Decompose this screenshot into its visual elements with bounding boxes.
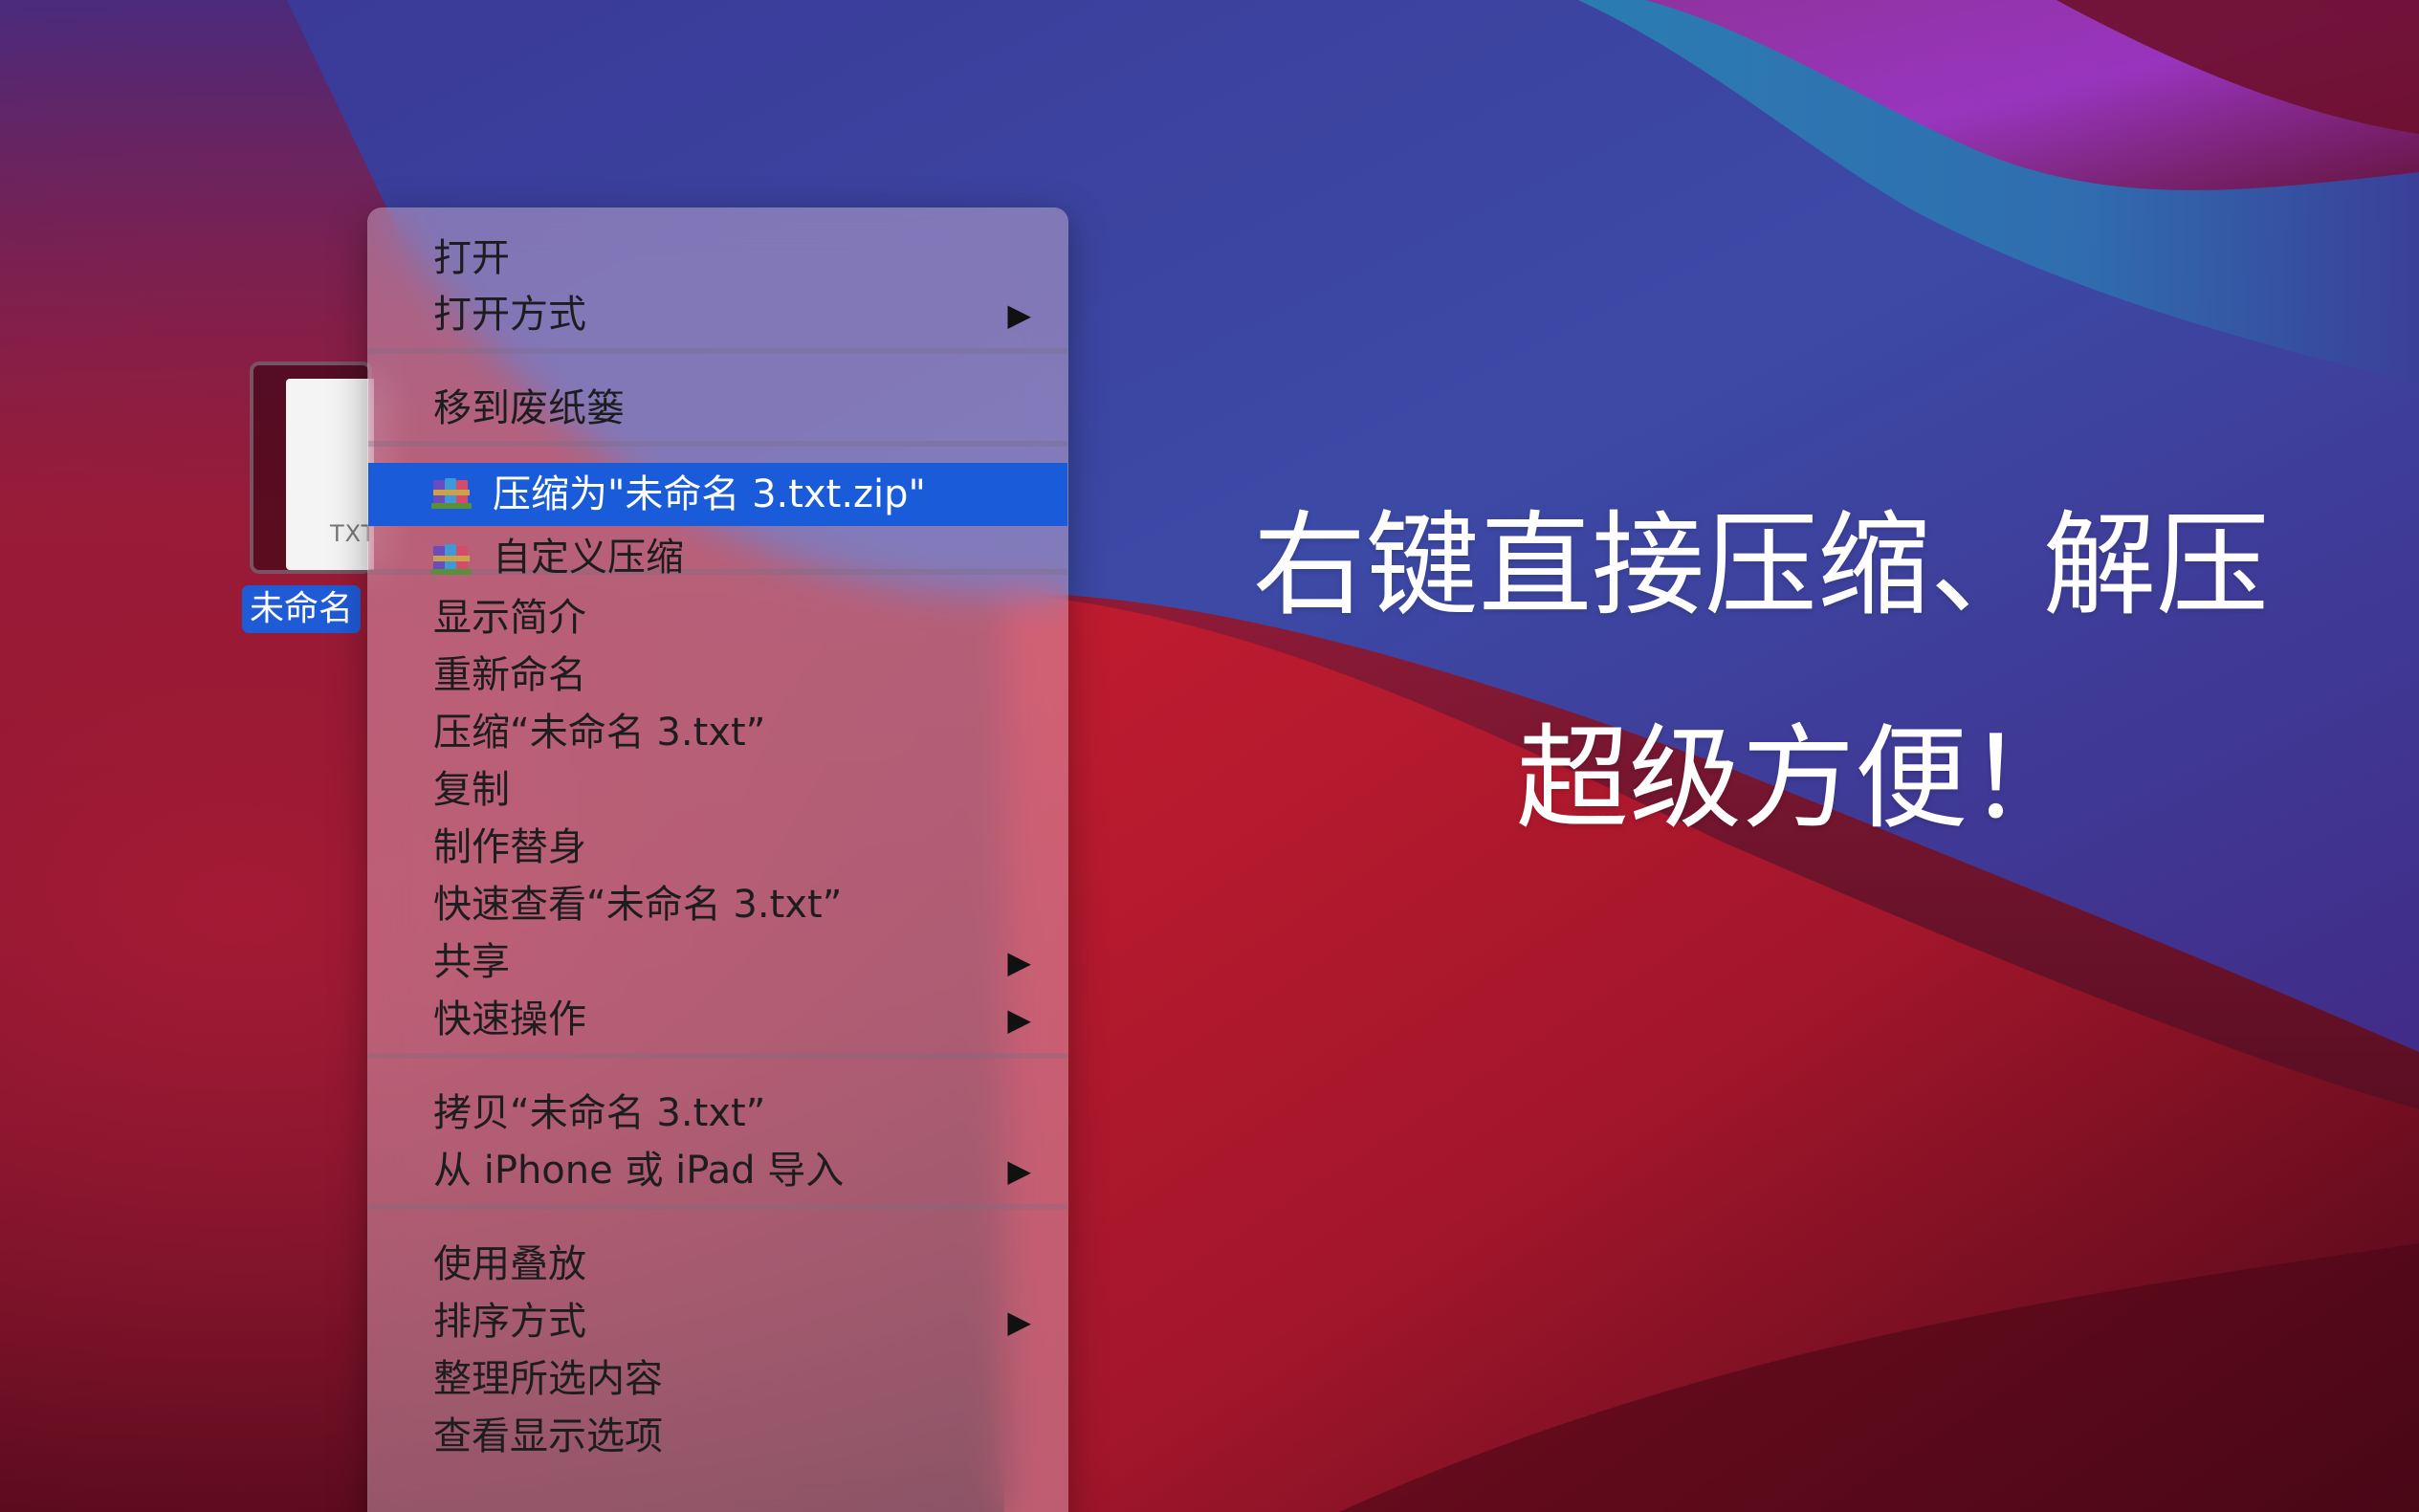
menu-item-label: 显示简介 <box>433 596 586 640</box>
winrar-archive-icon <box>431 478 472 509</box>
menu-item-rename[interactable]: 重新命名 <box>368 646 1067 704</box>
menu-item-label: 整理所选内容 <box>433 1357 663 1401</box>
context-menu: 打开打开方式 ▶ 移到废纸篓压缩为"未命名 3.txt.zip" 自定义压缩显示简介重… <box>368 208 1067 1512</box>
menu-item-import-from-iphone[interactable]: 从 iPhone 或 iPad 导入 ▶ <box>368 1142 1067 1199</box>
menu-item-label: 打开方式 <box>433 293 586 337</box>
promo-subheadline: 超级方便！ <box>1516 712 2081 844</box>
menu-item-use-stacks[interactable]: 使用叠放 <box>368 1236 1067 1293</box>
menu-item-copy[interactable]: 拷贝“未命名 3.txt” <box>368 1085 1067 1142</box>
menu-item-label: 制作替身 <box>433 825 586 869</box>
menu-item-label: 打开 <box>433 236 510 280</box>
submenu-arrow-icon: ▶ <box>1007 944 1031 980</box>
submenu-arrow-icon: ▶ <box>1007 1001 1031 1038</box>
submenu-arrow-icon: ▶ <box>1007 1304 1031 1340</box>
menu-item-quick-actions[interactable]: 快速操作 ▶ <box>368 991 1067 1048</box>
desktop: TXT 未命名 打开打开方式 ▶ 移到废纸篓压缩为"未命名 3.txt.zip" 自定… <box>0 0 2419 1512</box>
desktop-file-icon[interactable]: TXT <box>250 362 375 574</box>
menu-item-label: 快速操作 <box>433 997 586 1041</box>
promo-headline: 右键直接压缩、解压 <box>1253 499 2270 631</box>
menu-item-share[interactable]: 共享 ▶ <box>368 933 1067 991</box>
submenu-arrow-icon: ▶ <box>1007 1152 1031 1189</box>
menu-item-compress-to-zip[interactable]: 压缩为"未命名 3.txt.zip" <box>368 463 1067 526</box>
menu-item-quick-look[interactable]: 快速查看“未命名 3.txt” <box>368 876 1067 933</box>
menu-item-clean-up-selection[interactable]: 整理所选内容 <box>368 1350 1067 1408</box>
menu-item-custom-compress[interactable]: 自定义压缩 <box>368 529 1067 586</box>
menu-separator <box>368 1053 1067 1059</box>
desktop-file-name[interactable]: 未命名 <box>242 585 362 633</box>
menu-item-label: 移到废纸篓 <box>433 386 625 430</box>
menu-item-make-alias[interactable]: 制作替身 <box>368 819 1067 876</box>
menu-item-label: 复制 <box>433 768 510 812</box>
menu-item-compress[interactable]: 压缩“未命名 3.txt” <box>368 704 1067 761</box>
menu-item-label: 压缩为"未命名 3.txt.zip" <box>493 472 926 516</box>
menu-item-show-view-options[interactable]: 查看显示选项 <box>368 1408 1067 1465</box>
menu-item-open[interactable]: 打开 <box>368 230 1067 287</box>
menu-item-label: 使用叠放 <box>433 1242 586 1286</box>
submenu-arrow-icon: ▶ <box>1007 296 1031 333</box>
menu-item-label: 快速查看“未命名 3.txt” <box>433 883 843 927</box>
menu-item-label: 压缩“未命名 3.txt” <box>433 711 766 755</box>
menu-item-get-info[interactable]: 显示简介 <box>368 589 1067 646</box>
menu-item-label: 从 iPhone 或 iPad 导入 <box>433 1149 845 1193</box>
menu-item-sort-by[interactable]: 排序方式 ▶ <box>368 1293 1067 1350</box>
menu-separator <box>368 1204 1067 1210</box>
menu-separator <box>368 441 1067 447</box>
menu-item-label: 共享 <box>433 940 510 984</box>
menu-item-label: 重新命名 <box>433 653 586 697</box>
menu-item-label: 自定义压缩 <box>493 536 684 580</box>
menu-item-open-with[interactable]: 打开方式 ▶ <box>368 286 1067 343</box>
menu-item-label: 查看显示选项 <box>433 1414 663 1458</box>
winrar-archive-icon <box>431 544 472 575</box>
menu-item-label: 排序方式 <box>433 1300 586 1344</box>
menu-item-move-to-trash[interactable]: 移到废纸篓 <box>368 380 1067 437</box>
menu-separator <box>368 348 1067 354</box>
menu-item-duplicate[interactable]: 复制 <box>368 761 1067 819</box>
menu-item-label: 拷贝“未命名 3.txt” <box>433 1091 766 1135</box>
